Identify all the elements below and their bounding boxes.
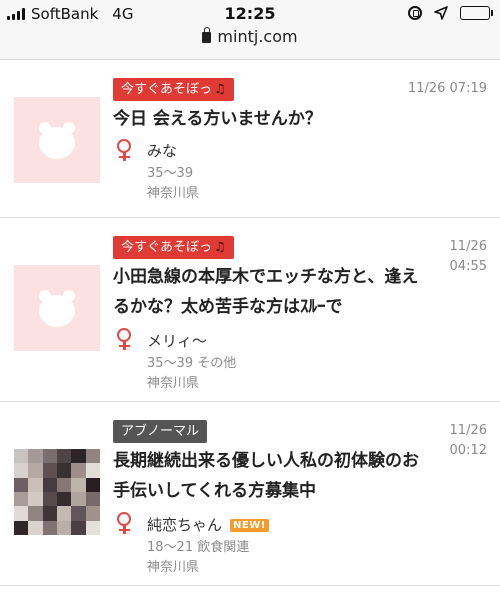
user-age: 35〜39 [147, 166, 194, 181]
mosaic-cell [28, 477, 43, 492]
status-icons [408, 6, 493, 20]
mosaic-cell [85, 491, 100, 507]
mosaic-cell [28, 491, 43, 507]
category-tag: アブノーマル [113, 420, 208, 443]
mosaic-cell [28, 463, 43, 478]
user-meta: 35〜39 神奈川県 [147, 164, 199, 204]
mosaic-cell [71, 477, 86, 492]
mosaic-cell [14, 520, 29, 535]
mosaic-cell [42, 506, 57, 521]
rotation-lock-icon [408, 6, 422, 20]
female-icon [116, 139, 132, 161]
mosaic-cell [14, 506, 29, 521]
mosaic-cell [56, 506, 72, 521]
browser-status-bar: SoftBank 4G 12:25 mintj.com [0, 0, 500, 60]
location-arrow-icon [434, 6, 448, 20]
post-title: 今日 会える方いませんか？ [113, 109, 322, 129]
mosaic-cell [56, 491, 72, 507]
battery-icon [460, 6, 493, 20]
mosaic-cell [56, 449, 72, 464]
mosaic-cell [85, 449, 100, 464]
mosaic-cell [14, 477, 29, 492]
category-tag: 今すぐあそぼっ ♫ [113, 78, 234, 101]
music-note-icon: ♫ [214, 240, 226, 255]
lock-icon [202, 27, 212, 43]
mosaic-cell [85, 506, 100, 521]
post-title: 小田急線の本厚木でエッチな方と、逢え るかな？太め苦手な方はｽﾙｰで [113, 267, 419, 317]
mosaic-cell [71, 463, 86, 478]
female-icon [116, 512, 132, 534]
avatar-placeholder [14, 265, 100, 351]
mosaic-cell [85, 463, 100, 478]
user-name: メリィ〜 [147, 332, 208, 350]
mosaic-cell [85, 477, 100, 492]
pixelated-photo [14, 449, 100, 535]
mosaic-cell [71, 449, 86, 464]
category-tag: 今すぐあそぼっ ♫ [113, 236, 234, 259]
avatar-placeholder [14, 97, 100, 183]
mosaic-cell [56, 520, 72, 535]
music-note-icon: ♫ [214, 82, 226, 97]
post-title: 長期継続出来る優しい人私の初体験のお 手伝いしてくれる方募集中 [113, 451, 419, 501]
address-bar[interactable]: mintj.com [0, 27, 500, 46]
mosaic-cell [42, 520, 57, 535]
mosaic-cell [42, 463, 57, 478]
bear-icon [37, 287, 77, 327]
user-age: 18〜21 飲食関連 [147, 540, 250, 555]
mosaic-cell [28, 506, 43, 521]
post-item[interactable]: 今すぐあそぼっ ♫ 11/26 04:55 小田急線の本厚木でエッチな方と、逢え るか… [0, 218, 500, 402]
post-date: 11/26 04:55 [449, 239, 487, 274]
user-region: 神奈川県 [147, 376, 200, 391]
url-text: mintj.com [217, 27, 298, 46]
mosaic-cell [14, 491, 29, 507]
mosaic-cell [85, 520, 100, 535]
mosaic-cell [56, 463, 72, 478]
post-date: 11/26 07:19 [407, 81, 487, 96]
mosaic-cell [56, 477, 72, 492]
mosaic-cell [28, 449, 43, 464]
mosaic-cell [28, 520, 43, 535]
mosaic-cell [42, 491, 57, 507]
user-name: 純恋ちゃん NEW! [147, 514, 269, 535]
bear-icon [37, 119, 77, 159]
mosaic-cell [71, 520, 86, 535]
user-meta: 35〜39 その他 神奈川県 [147, 354, 236, 394]
mosaic-cell [71, 491, 86, 507]
mosaic-cell [71, 506, 86, 521]
post-date: 11/26 00:12 [449, 423, 487, 458]
post-item[interactable]: アブノーマル 11/26 00:12 長期継続出来る優しい人私の初体験のお 手伝いし… [0, 402, 500, 586]
female-icon [116, 328, 132, 350]
user-name: みな [147, 142, 178, 160]
user-meta: 18〜21 飲食関連 神奈川県 [147, 538, 249, 578]
post-item[interactable]: 今すぐあそぼっ ♫ 11/26 07:19 今日 会える方いませんか？ みな 35… [0, 60, 500, 218]
user-age: 35〜39 その他 [147, 356, 237, 371]
mosaic-cell [42, 477, 57, 492]
mosaic-cell [42, 449, 57, 464]
user-photo [14, 449, 100, 535]
new-badge: NEW! [230, 519, 269, 532]
mosaic-cell [14, 449, 29, 464]
user-region: 神奈川県 [147, 560, 200, 575]
post-list: 今すぐあそぼっ ♫ 11/26 07:19 今日 会える方いませんか？ みな 35… [0, 60, 500, 586]
user-region: 神奈川県 [147, 186, 200, 201]
mosaic-cell [14, 463, 29, 478]
